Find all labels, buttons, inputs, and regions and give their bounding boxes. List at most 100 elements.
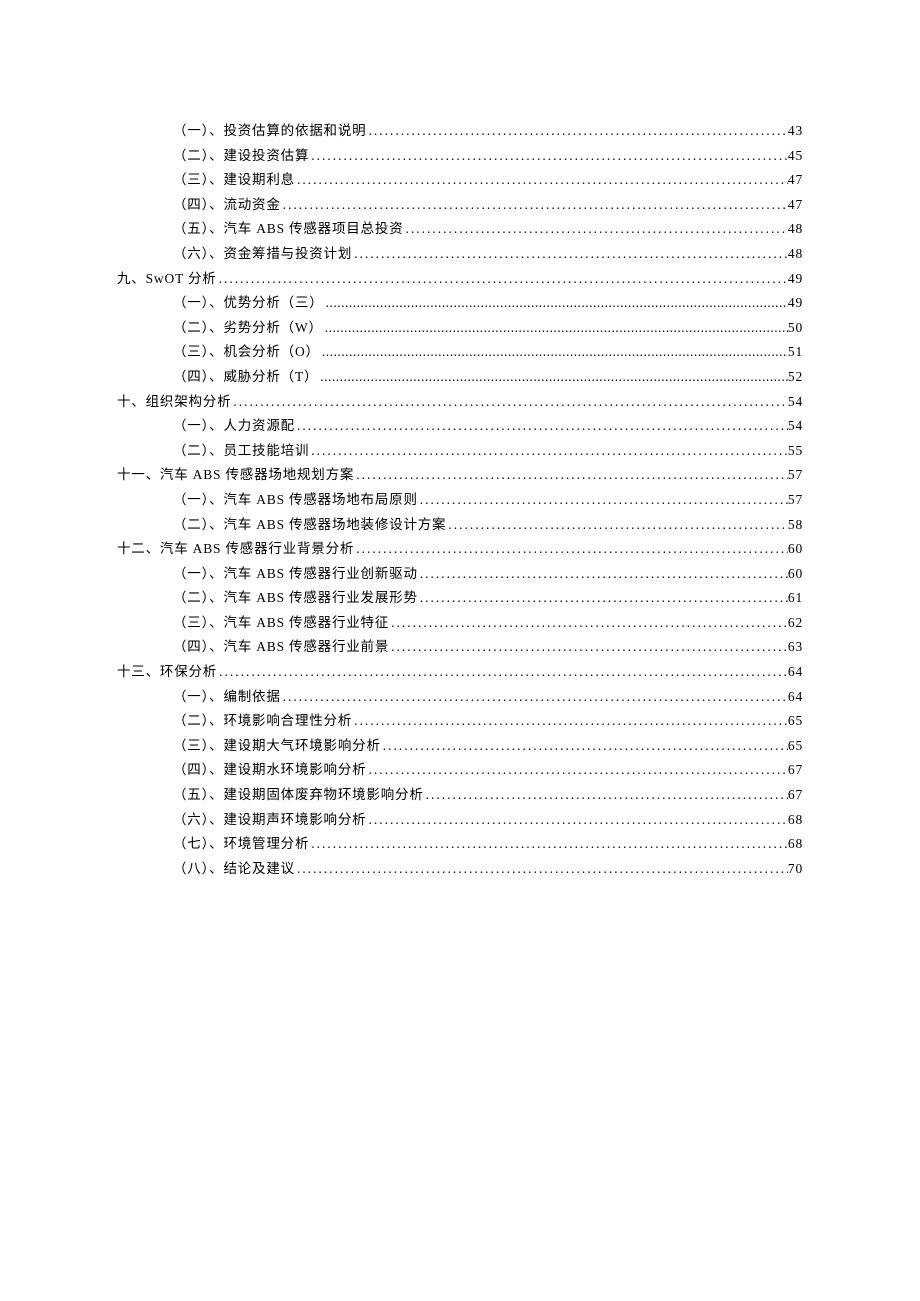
toc-entry-title: （四）、建设期水环境影响分析 [173,758,366,783]
toc-entry-title: （六）、资金筹措与投资计划 [173,242,352,267]
toc-entry-page: 65 [788,734,803,759]
toc-leader-dots: ........................................… [354,537,788,562]
toc-entry-page: 61 [788,586,803,611]
toc-entry-title: （三）、建设期大气环境影响分析 [173,734,381,759]
toc-entry-title: （二）、环境影响合理性分析 [173,709,352,734]
toc-entry-title: 十、组织架构分析 [117,390,231,415]
toc-entry-page: 63 [788,635,803,660]
toc-leader-dots: ........................................… [424,783,788,808]
toc-leader-dots: ........................................… [217,267,788,292]
toc-entry-title: 九、SwOT 分析 [117,267,217,292]
toc-entry-page: 65 [788,709,803,734]
toc-entry-page: 43 [788,119,803,144]
toc-entry: （四）、建设期水环境影响分析..........................… [117,758,803,783]
toc-leader-dots: ........................................… [418,488,788,513]
toc-entry-title: （二）、汽车 ABS 传感器行业发展形势 [173,586,418,611]
toc-entry: （三）、汽车 ABS 传感器行业特征......................… [117,611,803,636]
toc-leader-dots: ........................................… [217,660,788,685]
toc-entry-page: 47 [788,193,803,218]
toc-leader-dots: ........................................… [352,709,788,734]
toc-leader-dots: ........................................… [231,390,787,415]
toc-entry: 九、SwOT 分析...............................… [117,267,803,292]
toc-entry-title: 十三、环保分析 [117,660,217,685]
toc-entry-title: （二）、汽车 ABS 传感器场地装修设计方案 [173,513,446,538]
toc-entry-title: （八）、结论及建议 [173,857,295,882]
toc-entry-page: 52 [788,365,803,390]
toc-entry-page: 57 [788,463,803,488]
toc-entry-title: （一）、汽车 ABS 传感器场地布局原则 [173,488,418,513]
toc-entry: （二）、汽车 ABS 传感器行业发展形势....................… [117,586,803,611]
toc-entry-page: 67 [788,783,803,808]
toc-entry: （二）、建设投资估算..............................… [117,144,803,169]
toc-entry-title: （一）、投资估算的依据和说明 [173,119,366,144]
toc-leader-dots: ........................................… [295,414,788,439]
toc-leader-dots: ........................................… [389,635,788,660]
toc-entry-title: （三）、建设期利息 [173,168,295,193]
toc-entry-page: 47 [788,168,803,193]
toc-leader-dots: ........................................… [295,857,788,882]
toc-entry-page: 64 [788,685,803,710]
toc-entry-title: （五）、建设期固体废弃物环境影响分析 [173,783,424,808]
toc-entry: 十一、汽车 ABS 传感器场地规划方案.....................… [117,463,803,488]
toc-entry: （五）、汽车 ABS 传感器项目总投资.....................… [117,217,803,242]
toc-entry-page: 70 [788,857,803,882]
toc-entry-title: 十二、汽车 ABS 传感器行业背景分析 [117,537,354,562]
toc-leader-dots: ........................................… [309,439,788,464]
toc-leader-dots: ........................................… [366,119,787,144]
toc-entry-page: 49 [788,267,803,292]
toc-entry-page: 58 [788,513,803,538]
toc-entry: （四）、威胁分析（T）.............................… [117,365,803,390]
toc-entry: （二）、环境影响合理性分析...........................… [117,709,803,734]
toc-entry: （一）、汽车 ABS 传感器行业创新驱动....................… [117,562,803,587]
toc-entry: （七）、环境管理分析..............................… [117,832,803,857]
toc-entry-title: （三）、汽车 ABS 传感器行业特征 [173,611,389,636]
toc-entry-page: 62 [788,611,803,636]
toc-entry-title: （一）、人力资源配 [173,414,295,439]
toc-leader-dots: ........................................… [352,242,788,267]
toc-entry-page: 54 [788,390,803,415]
toc-entry-title: （一）、汽车 ABS 传感器行业创新驱动 [173,562,418,587]
toc-entry: （三）、建设期大气环境影响分析.........................… [117,734,803,759]
toc-entry: 十二、汽车 ABS 传感器行业背景分析.....................… [117,537,803,562]
toc-entry: （三）、建设期利息...............................… [117,168,803,193]
toc-leader-dots: ........................................… [318,365,788,390]
toc-entry-title: （一）、优势分析（三） [173,291,324,316]
toc-entry-title: （二）、建设投资估算 [173,144,309,169]
toc-leader-dots: ........................................… [320,340,788,365]
toc-entry-page: 57 [788,488,803,513]
toc-entry-title: （五）、汽车 ABS 传感器项目总投资 [173,217,403,242]
toc-entry: （五）、建设期固体废弃物环境影响分析......................… [117,783,803,808]
toc-entry: 十、组织架构分析................................… [117,390,803,415]
toc-entry-title: （三）、机会分析（O） [173,340,320,365]
toc-leader-dots: ........................................… [295,168,788,193]
toc-entry-page: 60 [788,537,803,562]
toc-leader-dots: ........................................… [281,685,788,710]
toc-entry: （四）、汽车 ABS 传感器行业前景......................… [117,635,803,660]
toc-entry: （八）、结论及建议...............................… [117,857,803,882]
toc-leader-dots: ........................................… [324,291,788,316]
toc-leader-dots: ........................................… [309,832,788,857]
toc-entry-title: （七）、环境管理分析 [173,832,309,857]
toc-entry: （二）、汽车 ABS 传感器场地装修设计方案..................… [117,513,803,538]
toc-entry: （三）、机会分析（O）.............................… [117,340,803,365]
toc-entry-page: 51 [788,340,803,365]
toc-entry-page: 55 [788,439,803,464]
toc-entry-page: 54 [788,414,803,439]
toc-entry-title: 十一、汽车 ABS 传感器场地规划方案 [117,463,354,488]
toc-leader-dots: ........................................… [418,562,788,587]
toc-entry-title: （六）、建设期声环境影响分析 [173,808,366,833]
table-of-contents: （一）、投资估算的依据和说明..........................… [117,119,803,881]
toc-entry-page: 64 [788,660,803,685]
toc-entry-title: （二）、员工技能培训 [173,439,309,464]
toc-entry-page: 49 [788,291,803,316]
toc-entry: （二）、员工技能培训..............................… [117,439,803,464]
toc-leader-dots: ........................................… [403,217,787,242]
toc-entry-page: 68 [788,832,803,857]
toc-entry-title: （四）、威胁分析（T） [173,365,318,390]
toc-entry-title: （二）、劣势分析（W） [173,316,323,341]
toc-entry-page: 48 [788,242,803,267]
toc-entry: （一）、编制依据................................… [117,685,803,710]
toc-entry-page: 48 [788,217,803,242]
toc-entry: （一）、优势分析（三）.............................… [117,291,803,316]
toc-entry: （一）、投资估算的依据和说明..........................… [117,119,803,144]
